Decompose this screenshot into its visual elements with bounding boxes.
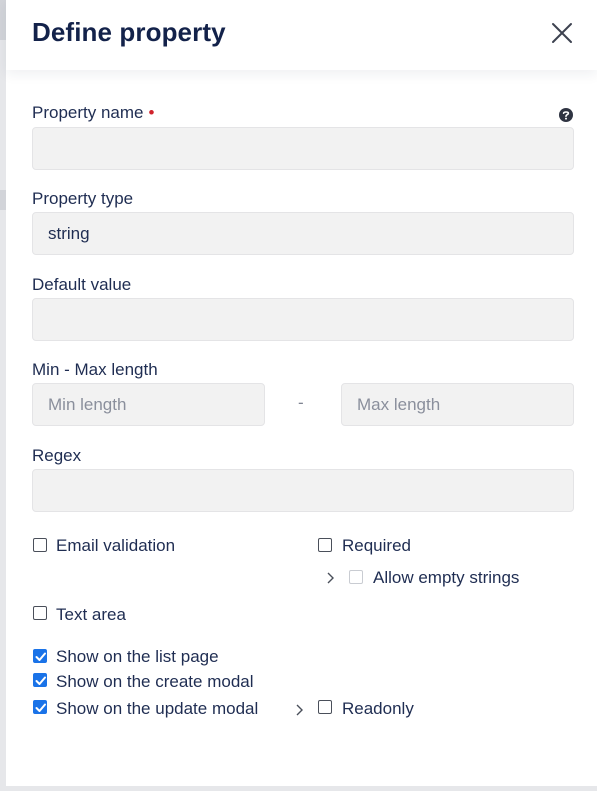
show-on-create-modal-label: Show on the create modal — [56, 672, 254, 691]
property-type-label: Property type — [32, 189, 134, 208]
define-property-modal: Define property Property name • Property … — [6, 0, 597, 786]
length-label: Min - Max length — [32, 360, 158, 379]
show-on-create-modal-checkbox[interactable] — [33, 673, 47, 687]
allow-empty-strings-label: Allow empty strings — [373, 568, 520, 587]
show-on-update-modal-label: Show on the update modal — [56, 699, 259, 718]
show-on-update-modal-checkbox[interactable] — [33, 700, 47, 714]
length-separator: - — [298, 393, 304, 412]
chevron-right-icon — [295, 703, 305, 716]
min-length-input[interactable] — [32, 383, 265, 426]
required-indicator: • — [148, 103, 155, 122]
readonly-checkbox[interactable] — [318, 700, 332, 714]
modal-title: Define property — [32, 17, 226, 47]
close-icon[interactable] — [549, 20, 575, 46]
show-on-list-page-label: Show on the list page — [56, 647, 219, 666]
max-length-input[interactable] — [341, 383, 574, 426]
chevron-right-icon — [326, 571, 336, 584]
regex-input[interactable] — [32, 469, 574, 512]
property-name-input[interactable] — [32, 127, 574, 170]
property-type-input[interactable] — [32, 212, 574, 255]
question-circle-icon[interactable] — [558, 107, 574, 123]
readonly-label: Readonly — [342, 699, 414, 718]
email-validation-checkbox[interactable] — [33, 538, 47, 552]
allow-empty-strings-checkbox[interactable] — [349, 570, 363, 584]
regex-label: Regex — [32, 446, 82, 465]
modal-header: Define property — [6, 0, 597, 70]
required-label: Required — [342, 536, 411, 555]
required-checkbox[interactable] — [318, 538, 332, 552]
text-area-checkbox[interactable] — [33, 606, 47, 620]
email-validation-label: Email validation — [56, 536, 176, 555]
text-area-label: Text area — [56, 605, 126, 624]
show-on-list-page-checkbox[interactable] — [33, 649, 47, 663]
default-value-input[interactable] — [32, 298, 574, 341]
default-value-label: Default value — [32, 275, 132, 294]
property-name-label: Property name • — [32, 103, 155, 122]
